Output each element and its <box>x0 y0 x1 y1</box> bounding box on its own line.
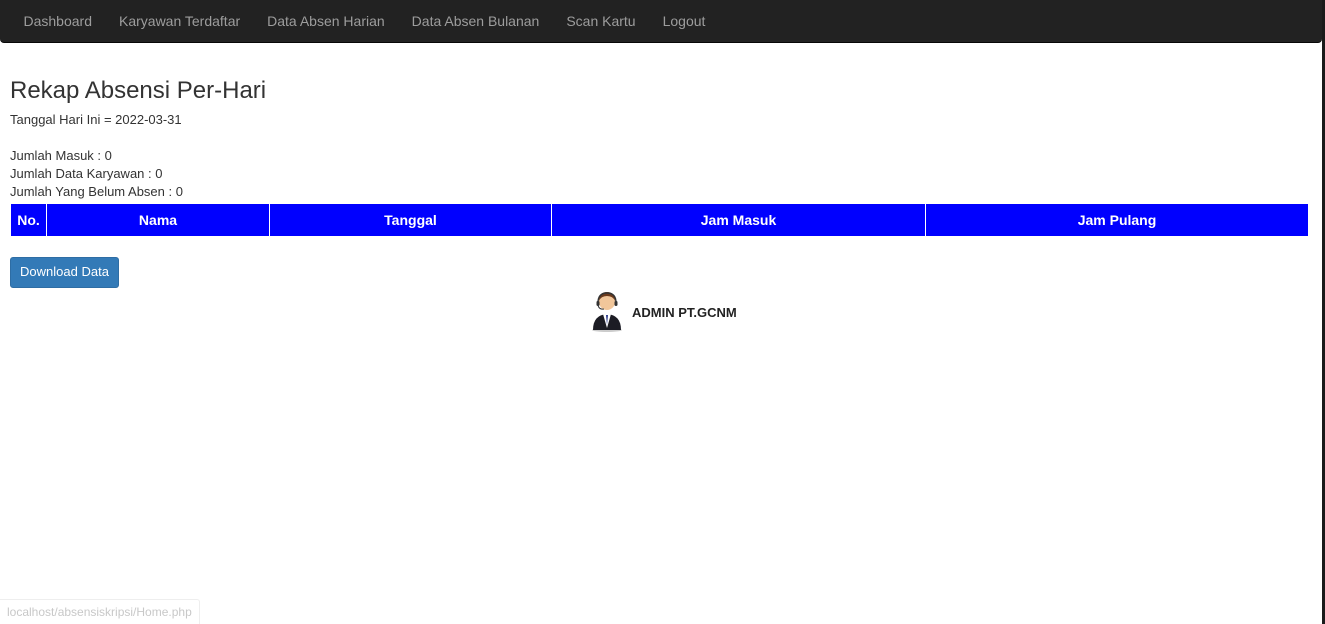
column-header-jam-masuk[interactable]: Jam Masuk <box>551 203 926 237</box>
nav-item-logout[interactable]: Logout <box>649 0 719 43</box>
page-title: Rekap Absensi Per-Hari <box>10 77 267 104</box>
column-header-no[interactable]: No. <box>10 203 47 237</box>
nav-item-scan-kartu[interactable]: Scan Kartu <box>553 0 649 43</box>
table-header-row: No. Nama Tanggal Jam Masuk Jam Pulang <box>10 203 1309 237</box>
stat-belum-absen: Jumlah Yang Belum Absen : 0 <box>10 184 183 199</box>
nav-item-data-absen-bulanan[interactable]: Data Absen Bulanan <box>398 0 553 43</box>
admin-name: ADMIN PT.GCNM <box>632 305 737 320</box>
stat-jumlah-karyawan: Jumlah Data Karyawan : 0 <box>10 166 163 181</box>
nav-item-dashboard[interactable]: Dashboard <box>10 0 106 43</box>
stats-block: Jumlah Masuk : 0 Jumlah Data Karyawan : … <box>10 147 1309 201</box>
user-avatar-icon <box>590 288 624 337</box>
main-content: Rekap Absensi Per-Hari Tanggal Hari Ini … <box>10 78 1309 288</box>
today-date: Tanggal Hari Ini = 2022-03-31 <box>10 112 182 127</box>
top-navbar: Dashboard Karyawan Terdaftar Data Absen … <box>0 0 1322 43</box>
download-data-button[interactable]: Download Data <box>10 257 119 288</box>
admin-info: ADMIN PT.GCNM <box>590 288 737 337</box>
status-bar-url: localhost/absensiskripsi/Home.php <box>0 599 200 624</box>
column-header-jam-pulang[interactable]: Jam Pulang <box>925 203 1309 237</box>
attendance-table: No. Nama Tanggal Jam Masuk Jam Pulang <box>10 203 1309 237</box>
column-header-nama[interactable]: Nama <box>46 203 270 237</box>
nav-item-data-absen-harian[interactable]: Data Absen Harian <box>254 0 399 43</box>
nav-menu: Dashboard Karyawan Terdaftar Data Absen … <box>10 0 719 43</box>
nav-item-karyawan-terdaftar[interactable]: Karyawan Terdaftar <box>106 0 254 43</box>
column-header-tanggal[interactable]: Tanggal <box>269 203 552 237</box>
stat-jumlah-masuk: Jumlah Masuk : 0 <box>10 148 112 163</box>
